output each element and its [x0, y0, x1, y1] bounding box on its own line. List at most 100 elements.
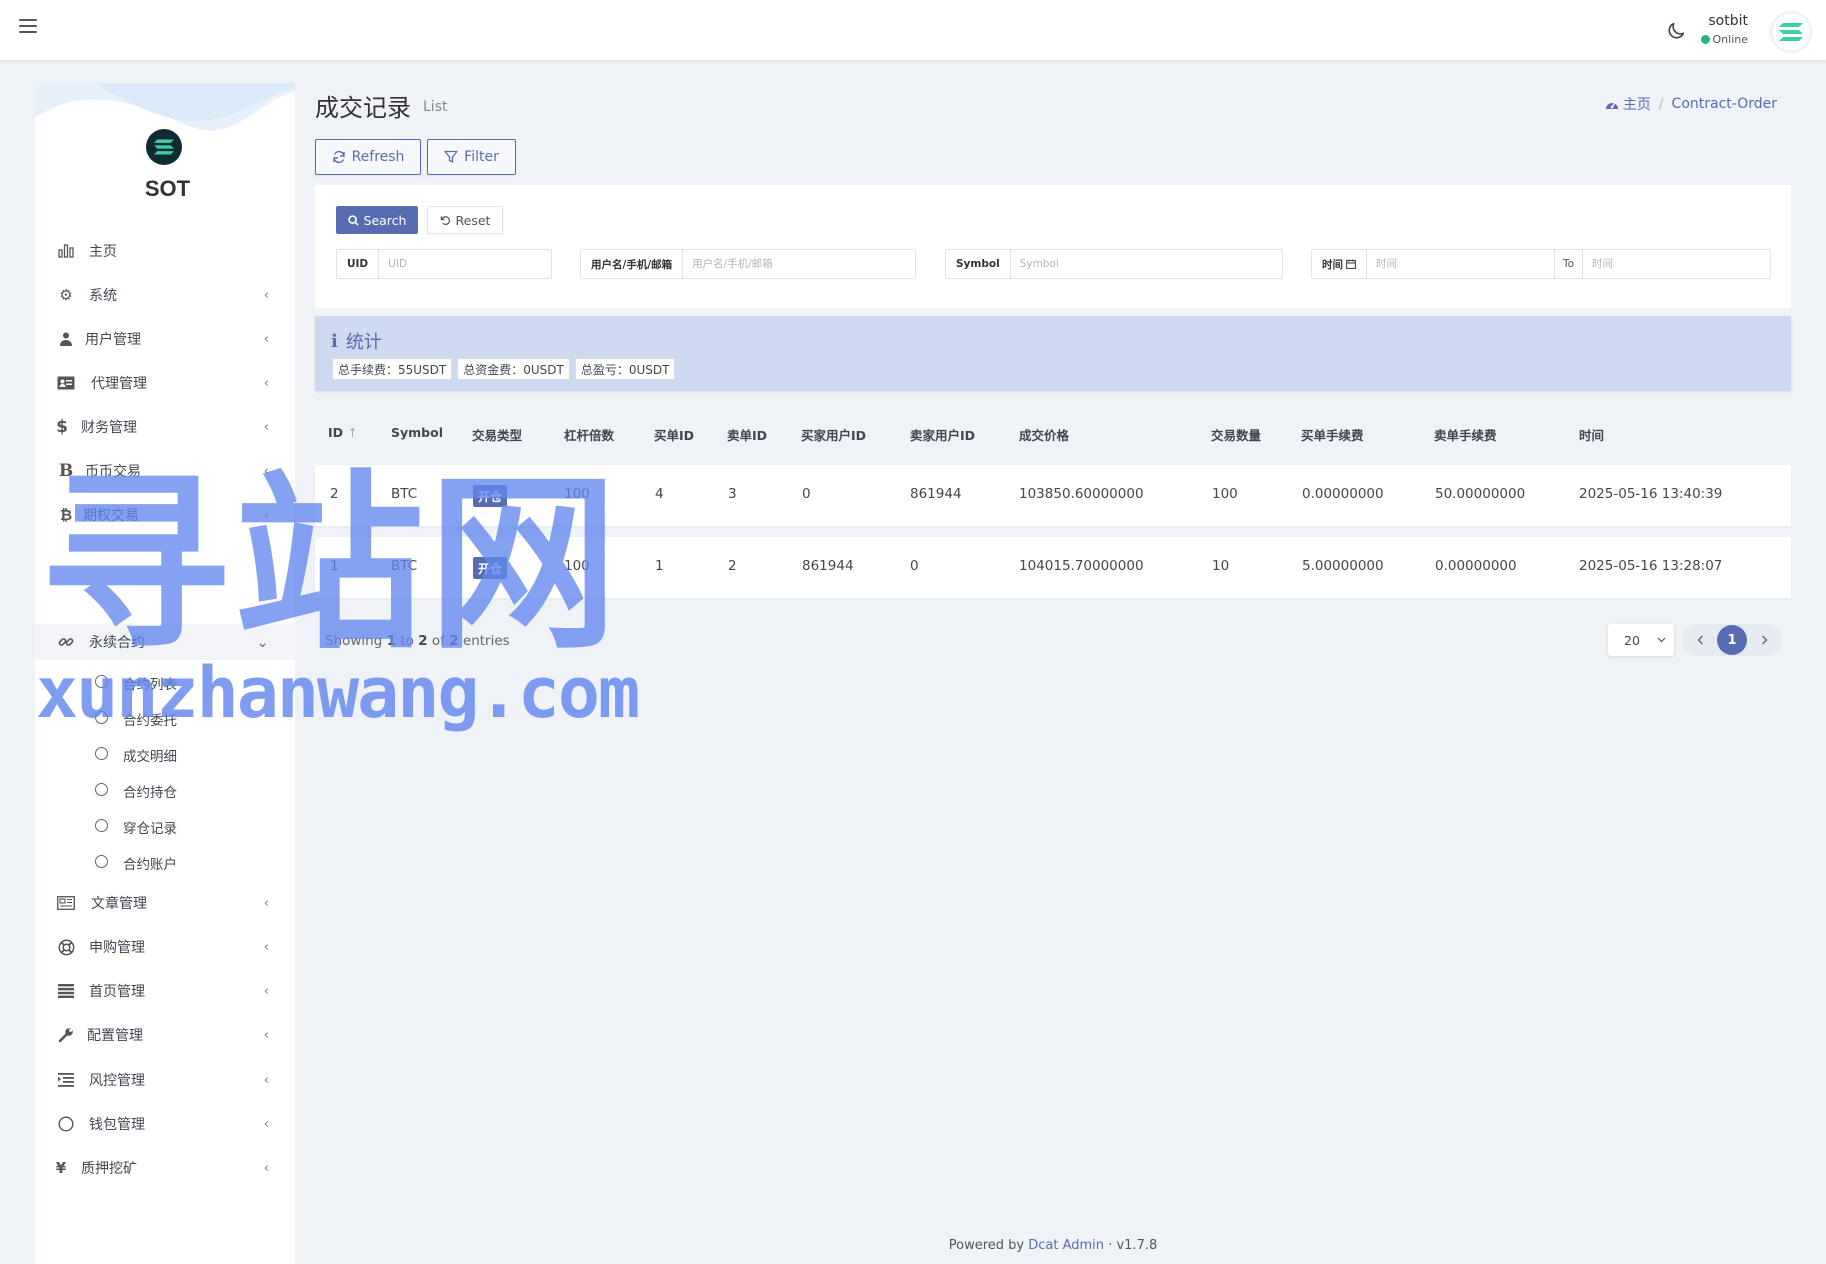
chevron-down-icon	[1657, 637, 1666, 643]
stats-title-label: 统计	[345, 332, 382, 353]
bold-b-icon: B	[58, 461, 74, 481]
uid-filter: UID	[336, 249, 552, 279]
chevron-left-icon: ‹	[263, 1160, 269, 1176]
per-page-select[interactable]: 20	[1608, 624, 1674, 656]
list-bars-icon	[57, 982, 75, 1000]
circle-icon	[57, 1115, 75, 1133]
showing-prefix: Showing	[325, 633, 383, 649]
time-label: 时间	[1322, 258, 1343, 271]
sidebar-item-system[interactable]: ⚙ 系统 ‹	[35, 277, 295, 313]
sidebar-item-articles[interactable]: 文章管理 ‹	[35, 885, 295, 921]
cell-time: 2025-05-16 13:28:07	[1579, 558, 1723, 574]
footer-link[interactable]: Dcat Admin	[1028, 1238, 1104, 1253]
column-header: 卖单ID	[727, 428, 768, 443]
symbol-input[interactable]	[1010, 250, 1282, 278]
cell-symbol: BTC	[391, 486, 418, 502]
bar-chart-icon	[57, 242, 75, 260]
chevron-down-icon: ⌄	[256, 633, 269, 651]
page-subtitle: List	[423, 99, 448, 115]
dashboard-icon	[1605, 102, 1618, 109]
sidebar-item-users[interactable]: 用户管理 ‹	[35, 321, 295, 357]
uid-input[interactable]	[379, 250, 551, 278]
reset-label: Reset	[455, 212, 491, 228]
time-end-input[interactable]	[1583, 250, 1770, 278]
chevron-left-icon: ‹	[263, 1027, 269, 1043]
filter-label: Filter	[464, 149, 499, 165]
symbol-filter: Symbol	[945, 249, 1283, 279]
reset-button[interactable]: Reset	[427, 206, 503, 234]
sidebar-subitem-label: 合约持仓	[123, 785, 177, 801]
column-header: 买单ID	[654, 428, 695, 443]
search-button[interactable]: Search	[336, 206, 418, 234]
user-input[interactable]	[683, 250, 915, 278]
chevron-left-icon: ‹	[263, 939, 269, 955]
prev-page-button[interactable]	[1690, 630, 1710, 650]
sidebar-item-label: 申购管理	[89, 940, 145, 956]
sidebar-subitem-label: 合约列表	[123, 677, 177, 693]
filter-button[interactable]: Filter	[427, 139, 516, 175]
sidebar-subitem-label: 合约委托	[123, 713, 177, 729]
id-card-icon	[57, 374, 75, 392]
column-header: 卖单手续费	[1434, 428, 1497, 443]
stat-total-funding: 总资金费：0USDT	[457, 358, 570, 380]
info-icon: i	[331, 330, 338, 352]
sidebar-item-perpetual[interactable]: 永续合约 ⌄	[35, 624, 295, 660]
cell-time: 2025-05-16 13:40:39	[1579, 486, 1723, 502]
footer-version: v1.7.8	[1116, 1238, 1158, 1253]
dark-mode-icon[interactable]	[1665, 20, 1687, 42]
column-header: 买单手续费	[1301, 428, 1364, 443]
column-header: 时间	[1579, 428, 1605, 443]
yen-icon: ¥	[55, 1159, 67, 1177]
menu-toggle-icon[interactable]	[19, 19, 37, 35]
stats-title: i 统计	[331, 328, 382, 354]
circle-icon	[95, 819, 108, 832]
chevron-right-icon	[1761, 635, 1767, 645]
page-number-button[interactable]: 1	[1717, 625, 1747, 655]
sidebar-item-subscription[interactable]: 申购管理 ‹	[35, 929, 295, 965]
sidebar-item-label: 永续合约	[89, 635, 145, 651]
chevron-left-icon: ‹	[263, 331, 269, 347]
user-name[interactable]: sotbit	[1708, 13, 1748, 29]
indent-icon	[57, 1071, 75, 1089]
sidebar-subitem-liquidations[interactable]: 穿仓记录	[35, 811, 295, 841]
online-dot-icon	[1700, 35, 1710, 44]
sidebar-item-homepage[interactable]: 首页管理 ‹	[35, 973, 295, 1009]
avatar[interactable]	[1772, 13, 1810, 51]
filter-icon	[444, 150, 458, 163]
sidebar-subitem-contract-list[interactable]: 合约列表	[35, 667, 295, 697]
sidebar-item-finance[interactable]: $ 财务管理 ‹	[35, 409, 295, 445]
cell-leverage: 100	[564, 486, 590, 502]
column-header[interactable]: ID ↑	[328, 425, 358, 440]
sidebar-subitem-positions[interactable]: 合约持仓	[35, 775, 295, 805]
cell-seller-uid: 861944	[910, 486, 962, 502]
sidebar-item-risk[interactable]: 风控管理 ‹	[35, 1062, 295, 1098]
sidebar-item-config[interactable]: 配置管理 ‹	[35, 1017, 295, 1053]
sidebar-item-wallet[interactable]: 钱包管理 ‹	[35, 1106, 295, 1142]
footer: Powered by Dcat Admin · v1.7.8	[315, 1238, 1791, 1253]
pagination: 1	[1682, 624, 1782, 656]
sidebar-item-label: 质押挖矿	[81, 1161, 137, 1177]
uid-filter-label: UID	[337, 250, 380, 278]
refresh-button[interactable]: Refresh	[315, 139, 421, 175]
breadcrumb-home[interactable]: 主页	[1605, 94, 1651, 114]
sidebar-subitem-trade-details[interactable]: 成交明细	[35, 739, 295, 769]
sidebar-item-label: 代理管理	[91, 376, 147, 392]
time-filter-label: 时间	[1312, 250, 1367, 278]
showing-to: 2	[418, 633, 428, 649]
sidebar-item-label: 币币交易	[85, 464, 141, 480]
sidebar-item-home[interactable]: 主页	[35, 233, 295, 269]
sidebar-item-staking[interactable]: ¥ 质押挖矿 ‹	[35, 1150, 295, 1186]
circle-icon	[95, 675, 108, 688]
sidebar-item-agents[interactable]: 代理管理 ‹	[35, 365, 295, 401]
sidebar-item-spot[interactable]: B 币币交易 ‹	[35, 453, 295, 489]
time-start-input[interactable]	[1367, 250, 1554, 278]
sidebar-item-options[interactable]: ₿ 期权交易 ‹	[35, 497, 295, 533]
sort-arrow-icon[interactable]: ↑	[347, 425, 357, 440]
sidebar-item-label: 财务管理	[81, 420, 137, 436]
trade-type-badge: 开仓	[473, 557, 508, 579]
next-page-button[interactable]	[1754, 630, 1774, 650]
sidebar-item-label: 首页管理	[89, 984, 145, 1000]
column-header: 交易类型	[472, 428, 523, 443]
sidebar-subitem-contract-orders[interactable]: 合约委托	[35, 703, 295, 733]
sidebar-subitem-accounts[interactable]: 合约账户	[35, 847, 295, 877]
